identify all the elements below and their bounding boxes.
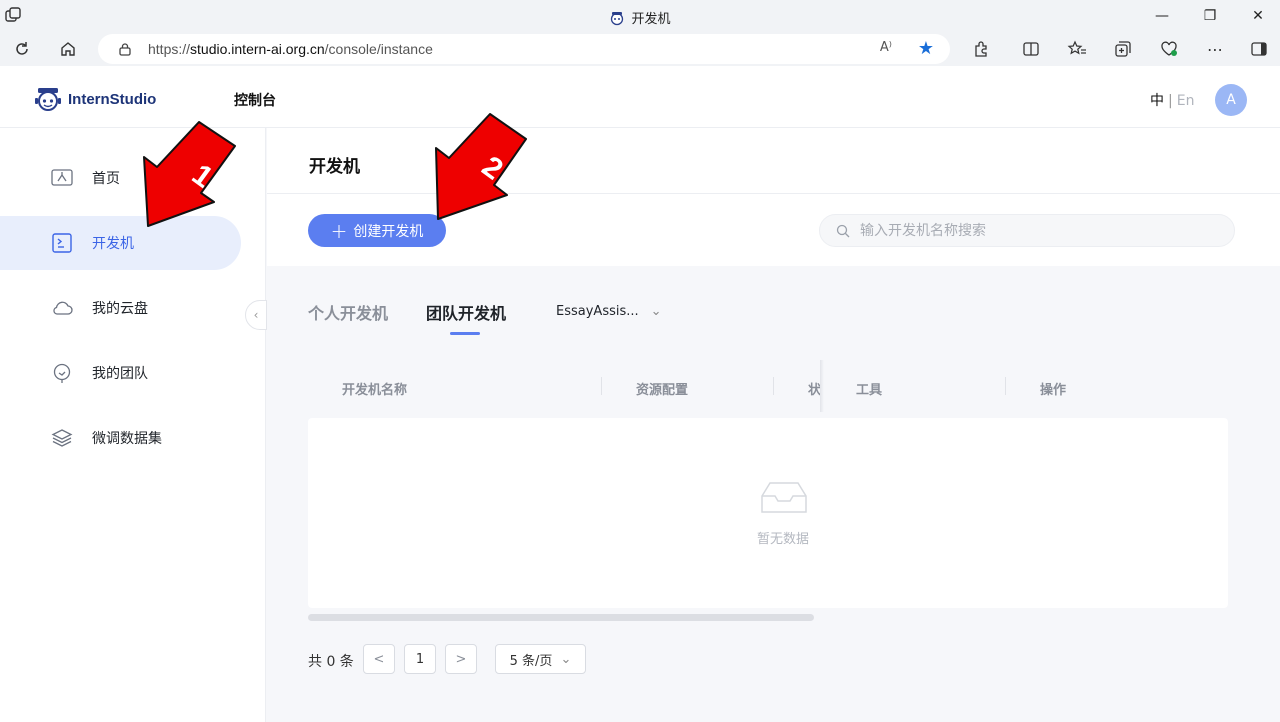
page-number-button[interactable]: 1: [404, 644, 436, 674]
url-prefix: https://: [148, 41, 191, 57]
sidebar-collapse-button[interactable]: ‹: [245, 300, 267, 330]
fixed-column-shadow: [820, 360, 824, 412]
column-header-tools: 工具: [856, 383, 883, 398]
chevron-down-icon: ⌄: [650, 304, 662, 319]
sidebar-item-dataset[interactable]: 微调数据集: [0, 411, 241, 465]
sidebar-item-label: 首页: [92, 171, 120, 187]
sidebar-item-team[interactable]: 我的团队: [0, 346, 241, 400]
lang-zh-option[interactable]: 中: [1150, 93, 1164, 109]
chevron-down-icon: ⌄: [560, 651, 572, 667]
browser-toolbar: https://studio.intern-ai.org.cn/console/…: [0, 32, 1280, 66]
console-title: 控制台: [234, 93, 276, 109]
empty-inbox-icon: [761, 482, 807, 513]
terminal-icon: [52, 233, 72, 253]
chevron-left-icon: ‹: [253, 308, 259, 322]
search-input[interactable]: [860, 221, 1220, 241]
address-bar[interactable]: https://studio.intern-ai.org.cn/console/…: [98, 34, 950, 64]
prev-page-button[interactable]: <: [363, 644, 395, 674]
empty-state-text: 暂无数据: [756, 532, 809, 547]
column-separator: [601, 377, 602, 395]
sidebar-item-label: 微调数据集: [92, 431, 162, 447]
sidebar-toggle-icon[interactable]: [1247, 37, 1271, 61]
home-icon: [51, 169, 73, 186]
favorite-star-icon[interactable]: ★: [918, 38, 934, 59]
url-path: /console/instance: [324, 41, 433, 57]
sidebar-item-cloud[interactable]: 我的云盘: [0, 281, 241, 335]
total-count: 共 0 条: [308, 654, 354, 670]
sidebar: 首页 开发机 我的云盘 我的团队 微调数据集 ‹: [0, 128, 267, 722]
team-select-value: EssayAssis...: [556, 304, 639, 319]
search-icon: [836, 224, 850, 238]
read-aloud-icon[interactable]: A⁾: [880, 40, 892, 55]
lang-separator: |: [1168, 93, 1173, 109]
header-divider: [267, 193, 1280, 194]
lang-en-option[interactable]: En: [1177, 93, 1195, 109]
cloud-icon: [53, 301, 73, 315]
column-header-name: 开发机名称: [342, 383, 408, 398]
active-tab-indicator: [450, 332, 480, 335]
url-domain: studio.intern-ai.org.cn: [190, 41, 325, 57]
lock-icon[interactable]: [118, 42, 132, 56]
page-size-value: 5 条/页: [509, 653, 553, 669]
user-avatar[interactable]: A: [1215, 84, 1247, 116]
extensions-icon[interactable]: [969, 37, 993, 61]
restore-button[interactable]: ❐: [1195, 4, 1225, 28]
url-text[interactable]: https://studio.intern-ai.org.cn/console/…: [148, 41, 433, 57]
page-title: 开发机: [309, 157, 360, 177]
dataset-icon: [51, 429, 73, 447]
column-separator: [773, 377, 774, 395]
browser-essentials-icon[interactable]: [1157, 37, 1181, 61]
column-header-status: 状: [808, 383, 820, 398]
close-window-button[interactable]: ✕: [1243, 4, 1273, 28]
team-select-dropdown[interactable]: EssayAssis... ⌄: [556, 304, 662, 319]
more-menu-icon[interactable]: ⋯: [1203, 37, 1227, 61]
create-devmachine-button[interactable]: + 创建开发机: [308, 214, 446, 247]
window-title-text: 开发机: [631, 12, 671, 27]
refresh-icon[interactable]: [10, 37, 34, 61]
horizontal-scrollbar[interactable]: [308, 614, 814, 621]
sidebar-item-home[interactable]: 首页: [0, 151, 241, 205]
favorites-icon[interactable]: [1065, 37, 1089, 61]
mascot-logo-icon: [35, 88, 61, 111]
next-page-button[interactable]: >: [445, 644, 477, 674]
brand-name: InternStudio: [68, 90, 157, 108]
browser-titlebar: 开发机 — ❐ ✕: [0, 0, 1280, 32]
sidebar-item-label: 我的团队: [92, 366, 148, 382]
internstudio-logo[interactable]: InternStudio: [34, 86, 156, 112]
table-body: 暂无数据: [308, 418, 1228, 608]
column-separator: [1005, 377, 1006, 395]
home-browser-icon[interactable]: [56, 37, 80, 61]
mascot-favicon-icon: [611, 12, 624, 26]
sidebar-item-devmachine[interactable]: 开发机: [0, 216, 241, 270]
search-box[interactable]: [819, 214, 1235, 247]
tab-personal[interactable]: 个人开发机: [308, 300, 388, 324]
plus-icon: +: [330, 218, 348, 243]
table-header: 开发机名称 资源配置 状 工具 操作: [308, 360, 1228, 412]
split-screen-icon[interactable]: [1019, 37, 1043, 61]
sidebar-item-label: 开发机: [92, 236, 134, 252]
window-title: 开发机: [0, 8, 1280, 27]
page-header: 开发机 + 创建开发机: [267, 128, 1280, 266]
sidebar-item-label: 我的云盘: [92, 301, 148, 317]
collections-icon[interactable]: [1111, 37, 1135, 61]
page-size-select[interactable]: 5 条/页 ⌄: [495, 644, 586, 674]
language-switch: 中 | En: [1150, 90, 1194, 110]
column-header-resources: 资源配置: [636, 383, 689, 398]
minimize-button[interactable]: —: [1147, 4, 1177, 28]
tab-team[interactable]: 团队开发机: [426, 300, 506, 324]
app-header: InternStudio 控制台 中 | En A: [0, 66, 1280, 128]
create-button-label: 创建开发机: [353, 223, 424, 240]
column-header-actions: 操作: [1040, 383, 1067, 398]
team-icon: [53, 363, 71, 383]
